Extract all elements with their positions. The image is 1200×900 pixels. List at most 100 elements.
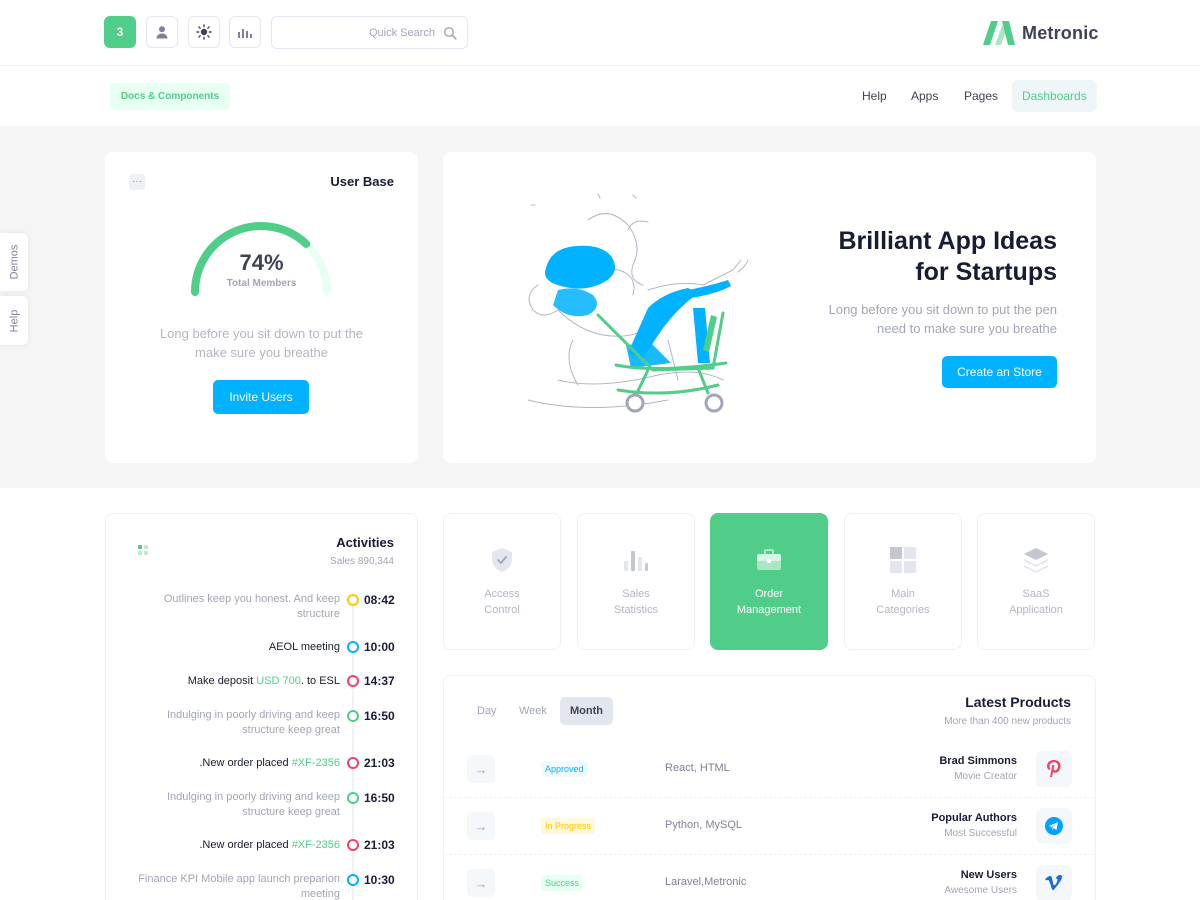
timeline-time: 21:03: [364, 756, 395, 770]
tab-month[interactable]: Month: [560, 697, 613, 725]
timeline-time: 10:30: [364, 873, 395, 887]
create-store-button[interactable]: Create an Store: [942, 356, 1057, 388]
nav-item-pages[interactable]: Pages: [954, 80, 1008, 112]
timeline-text: .New order placed #XF-2356: [199, 757, 340, 769]
timeline-time: 16:50: [364, 709, 395, 723]
nav-item-help[interactable]: Help: [852, 80, 897, 112]
tile-sales-statistics[interactable]: Sales Statistics: [577, 513, 695, 650]
tile-order-management[interactable]: Order Management: [710, 513, 828, 650]
timeline-highlight: #XF-2356: [291, 839, 340, 851]
timeline-dot: [347, 839, 359, 851]
timeline-dot: [347, 675, 359, 687]
timeline-dot: [347, 757, 359, 769]
card-title: User Base: [330, 174, 394, 189]
tab-day[interactable]: Day: [467, 697, 507, 725]
arrow-right-icon: →: [474, 761, 488, 777]
user-base-card: ··· User Base 74% Total Members Long bef…: [105, 152, 418, 463]
pinterest-icon[interactable]: [1036, 751, 1072, 787]
user-base-description: Long before you sit down to put the make…: [159, 326, 364, 360]
user-profile-button[interactable]: [146, 16, 178, 48]
tile-label: Order Management: [736, 588, 802, 616]
row-role: Movie Creator: [954, 771, 1017, 782]
secondary-nav: Docs & Components Help Apps Pages Dashbo…: [0, 67, 1200, 126]
arrow-right-icon: →: [474, 818, 488, 834]
invite-users-button[interactable]: Invite Users: [213, 380, 309, 414]
row-name: New Users: [960, 869, 1017, 881]
shield-icon: [488, 546, 516, 574]
tile-label: Main Categories: [876, 588, 930, 616]
gauge-label: Total Members: [226, 278, 297, 289]
timeline-time: 21:03: [364, 838, 395, 852]
help-side-tab[interactable]: Help: [0, 296, 28, 345]
hero-title: Brilliant App Ideas for Startups: [757, 226, 1057, 288]
timeline-dot: [347, 792, 359, 804]
status-badge: Success: [541, 875, 584, 891]
row-role: Most Successful: [944, 828, 1017, 839]
bar-chart-icon: [238, 29, 252, 38]
timeline-highlight: USD 700: [256, 675, 301, 687]
telegram-icon[interactable]: [1036, 808, 1072, 844]
tile-saas-application[interactable]: SaaS Application: [977, 513, 1095, 650]
brand-logo[interactable]: Metronic: [982, 20, 1099, 46]
status-badge: In Progress: [541, 818, 596, 834]
hero-card: Brilliant App Ideas for Startups Long be…: [443, 152, 1096, 463]
gauge-percent: 74%: [239, 250, 284, 275]
timeline-line: [352, 594, 354, 900]
latest-products-card: Day Week Month Latest Products More than…: [443, 675, 1096, 900]
row-open-button[interactable]: →: [467, 755, 495, 783]
row-name: Popular Authors: [931, 812, 1017, 824]
search-input[interactable]: [285, 26, 435, 39]
demos-side-tab[interactable]: Demos: [0, 233, 28, 291]
tile-label: Sales Statistics: [613, 588, 658, 616]
vimeo-icon[interactable]: [1036, 865, 1072, 900]
row-tech: Laravel,Metronic: [665, 876, 747, 888]
arrow-right-icon: →: [474, 875, 488, 891]
hero-title-line-2: for Startups: [915, 258, 1057, 286]
timeline-dot: [347, 710, 359, 722]
brand-name: Metronic: [1022, 22, 1099, 43]
more-icon: ···: [132, 176, 142, 187]
nav-item-dashboards[interactable]: Dashboards: [1012, 80, 1097, 112]
timeline-time: 16:50: [364, 791, 395, 805]
hero-title-line-1: Brilliant App Ideas: [838, 227, 1057, 255]
products-subtitle: More than 400 new products: [944, 716, 1071, 727]
top-header: 3 Quick Search Metronic: [0, 0, 1200, 66]
shopping-cart-illustration: [527, 193, 749, 413]
hero-description: Long before you sit down to put the pen …: [828, 302, 1057, 336]
row-tech: Python, MySQL: [665, 819, 743, 831]
help-side-tab-label: Help: [8, 309, 20, 332]
activities-icon: [138, 545, 148, 555]
activities-subtitle: Sales 890,344: [330, 556, 394, 567]
row-open-button[interactable]: →: [467, 812, 495, 840]
briefcase-icon: [755, 546, 783, 574]
timeline-highlight: #XF-2356: [291, 757, 340, 769]
timeline-dot: [347, 594, 359, 606]
timeline-text: Indulging in poorly driving and keep str…: [166, 791, 340, 818]
tile-label: SaaS Application: [1009, 588, 1063, 616]
search-icon[interactable]: [443, 26, 457, 40]
nav-item-apps[interactable]: Apps: [901, 80, 948, 112]
row-open-button[interactable]: →: [467, 869, 495, 897]
tile-main-categories[interactable]: Main Categories: [844, 513, 962, 650]
tab-week[interactable]: Week: [509, 697, 557, 725]
tile-label: Access Control: [484, 588, 520, 616]
grid-icon: [889, 546, 917, 574]
timeline-text: Make deposit USD 700. to ESL: [187, 675, 340, 687]
docs-components-button[interactable]: Docs & Components: [110, 83, 230, 110]
demos-side-tab-label: Demos: [8, 244, 20, 280]
notifications-button[interactable]: 3: [104, 16, 136, 48]
tile-access-control[interactable]: Access Control: [443, 513, 561, 650]
activities-title: Activities: [336, 535, 394, 550]
timeline-dot: [347, 874, 359, 886]
metronic-logo-icon: [983, 21, 1015, 45]
card-menu-button[interactable]: ···: [129, 174, 145, 190]
timeline-time: 14:37: [364, 674, 395, 688]
stats-button[interactable]: [229, 16, 261, 48]
row-role: Awesome Users: [944, 885, 1017, 896]
user-icon: [156, 26, 168, 39]
timeline-text: Outlines keep you honest. And keep struc…: [163, 593, 340, 620]
status-badge: Approved: [541, 761, 588, 777]
quick-search[interactable]: [271, 16, 468, 49]
theme-toggle-button[interactable]: [188, 16, 220, 48]
table-row: → In Progress Python, MySQL Popular Auth…: [444, 797, 1095, 854]
